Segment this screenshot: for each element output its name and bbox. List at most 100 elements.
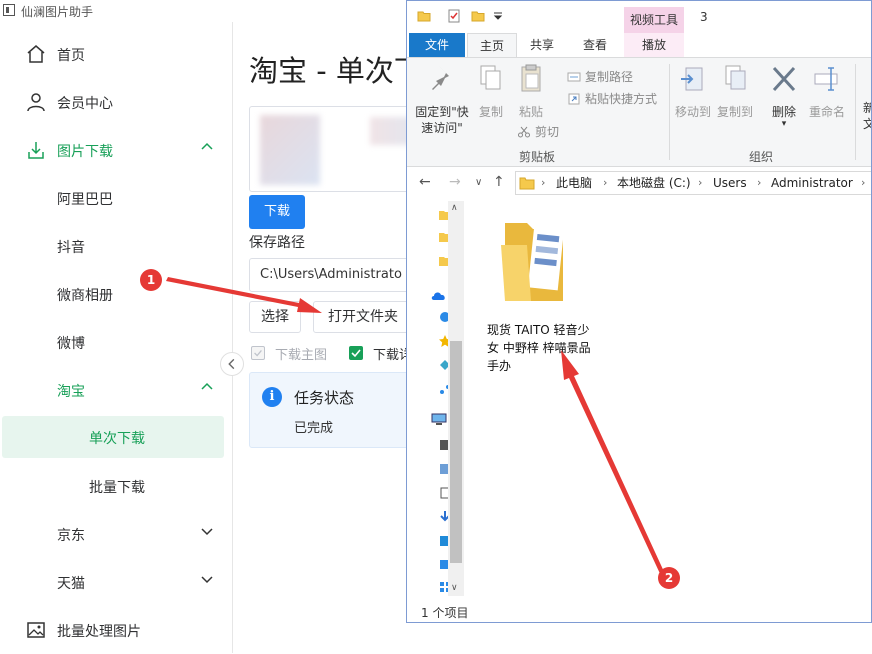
sidebar-item-home[interactable]: 首页 <box>0 30 233 78</box>
blurred-content <box>260 115 320 185</box>
sidebar-item-label: 批量下载 <box>89 480 145 496</box>
delete-x-icon <box>772 66 796 92</box>
sidebar-item-douyin[interactable]: 抖音 <box>0 222 233 270</box>
back-arrow-icon[interactable]: ← <box>419 174 431 190</box>
sidebar-item-label: 天猫 <box>57 576 85 592</box>
sidebar-item-batch-process[interactable]: 批量处理图片 <box>0 606 233 654</box>
breadcrumb-users[interactable]: Users <box>713 172 747 194</box>
annotation-badge-1: 1 <box>140 269 162 291</box>
recent-dropdown-icon[interactable]: ∨ <box>475 177 482 188</box>
select-button[interactable]: 选择 <box>249 301 301 333</box>
save-path-input[interactable]: C:\Users\Administrato <box>249 258 419 292</box>
copy-button[interactable]: 复制 <box>475 62 507 120</box>
this-pc-icon[interactable] <box>431 413 447 425</box>
video-tools-tab[interactable]: 视频工具 <box>624 7 684 33</box>
nav-pane-scrollbar[interactable]: ∧ ∨ <box>448 201 464 596</box>
main-panel: 淘宝 - 单次下 下载 保存路径 C:\Users\Administrato 选… <box>233 22 423 653</box>
copy-to-label: 复制到 <box>716 105 753 119</box>
sidebar-item-label: 抖音 <box>57 240 85 256</box>
new-folder-icon[interactable] <box>471 9 485 23</box>
download-icon <box>28 142 44 159</box>
checkbox-label: 下载主图 <box>275 348 328 363</box>
cut-button[interactable]: 剪切 <box>517 123 559 140</box>
move-to-button[interactable]: 移动到 <box>673 62 713 120</box>
sidebar-item-image-download[interactable]: 图片下载 <box>0 126 233 174</box>
paste-icon <box>521 64 541 92</box>
pin-icon <box>432 66 449 90</box>
sidebar-item-label: 微博 <box>57 336 85 352</box>
copy-path-icon <box>567 72 581 82</box>
folder-icon <box>519 177 535 190</box>
up-arrow-icon[interactable]: ↑ <box>493 174 505 190</box>
download-button[interactable]: 下载 <box>249 195 305 229</box>
tab-share[interactable]: 共享 <box>519 33 565 57</box>
open-folder-button[interactable]: 打开文件夹 <box>313 301 413 333</box>
address-bar[interactable]: › 此电脑 › 本地磁盘 (C:) › Users › Administrato… <box>515 171 871 195</box>
check-icon <box>351 349 361 358</box>
sidebar-item-batch-download[interactable]: 批量下载 <box>0 462 233 510</box>
check-icon <box>254 350 262 357</box>
sidebar-item-single-download[interactable]: 单次下载 <box>2 416 224 458</box>
address-row: ← → ∨ ↑ › 此电脑 › 本地磁盘 (C:) › Users › Admi… <box>407 168 871 198</box>
properties-icon[interactable] <box>447 9 461 23</box>
scroll-down-arrow-icon[interactable]: ∨ <box>451 583 458 593</box>
pin-quick-access-button[interactable]: 固定到"快速访问" <box>413 62 471 136</box>
sidebar-item-label: 单次下载 <box>89 431 145 447</box>
folder-label: 现货 TAITO 轻音少女 中野梓 梓喵景品手办 <box>487 323 591 373</box>
paste-label: 粘贴 <box>518 105 543 119</box>
breadcrumb-separator: › <box>698 176 703 189</box>
collapse-sidebar-button[interactable] <box>220 352 244 376</box>
tab-play[interactable]: 播放 <box>624 33 684 57</box>
breadcrumb-local-disk[interactable]: 本地磁盘 (C:) <box>617 172 691 194</box>
sidebar-item-jd[interactable]: 京东 <box>0 510 233 558</box>
status-title: 任务状态 <box>294 389 355 407</box>
folder-item[interactable]: 现货 TAITO 轻音少女 中野梓 梓喵景品手办 <box>487 215 591 373</box>
new-label-2: 文 <box>859 116 871 132</box>
sidebar-item-tmall[interactable]: 天猫 <box>0 558 233 606</box>
chevron-left-icon <box>228 358 235 370</box>
forward-arrow-icon[interactable]: → <box>449 174 461 190</box>
new-button[interactable]: 新 文 <box>859 100 871 132</box>
delete-button[interactable]: 删除 ▾ <box>767 62 801 129</box>
paste-shortcut-label: 粘贴快捷方式 <box>585 92 658 106</box>
url-textarea[interactable] <box>249 106 419 192</box>
tab-home[interactable]: 主页 <box>467 33 517 57</box>
group-separator <box>855 64 856 160</box>
organize-group-label: 组织 <box>749 150 774 164</box>
copy-path-label: 复制路径 <box>585 70 634 84</box>
tab-view[interactable]: 查看 <box>571 33 619 57</box>
ribbon-tabs: 文件 主页 共享 查看 播放 <box>407 33 871 57</box>
sidebar-item-taobao[interactable]: 淘宝 <box>0 366 233 414</box>
sidebar-item-member[interactable]: 会员中心 <box>0 78 233 126</box>
sidebar-item-label: 会员中心 <box>57 96 113 112</box>
explorer-titlebar: 视频工具 3 <box>407 1 871 33</box>
window-title: 3 <box>700 10 708 24</box>
paste-shortcut-button[interactable]: 粘贴快捷方式 <box>567 90 657 107</box>
sidebar: 首页 会员中心 图片下载 阿里巴巴 抖音 微商相册 微博 淘宝 单次下载 批量下… <box>0 22 233 653</box>
app-title: 仙澜图片助手 <box>21 5 94 19</box>
breadcrumb-this-pc[interactable]: 此电脑 <box>556 172 592 194</box>
breadcrumb-administrator[interactable]: Administrator <box>771 172 853 194</box>
status-bar: 1 个项目 <box>407 601 871 622</box>
dropdown-icon[interactable] <box>491 9 505 23</box>
new-label: 新 <box>859 100 871 116</box>
sidebar-item-alibaba[interactable]: 阿里巴巴 <box>0 174 233 222</box>
task-status-card: i 任务状态 已完成 <box>249 372 419 448</box>
chevron-down-icon <box>201 576 213 584</box>
folder-with-image-icon <box>501 223 565 301</box>
rename-button[interactable]: 重命名 <box>805 62 849 120</box>
copy-path-button[interactable]: 复制路径 <box>567 68 633 85</box>
sidebar-item-label: 图片下载 <box>57 144 113 160</box>
scrollbar-thumb[interactable] <box>450 341 462 563</box>
app-logo-icon <box>3 4 15 16</box>
status-value: 已完成 <box>294 421 334 436</box>
sidebar-item-wechat-album[interactable]: 微商相册 <box>0 270 233 318</box>
user-icon <box>27 93 45 112</box>
sidebar-item-weibo[interactable]: 微博 <box>0 318 233 366</box>
scroll-up-arrow-icon[interactable]: ∧ <box>451 203 458 213</box>
onedrive-cloud-icon[interactable] <box>431 289 447 301</box>
delete-dropdown-icon[interactable]: ▾ <box>767 120 801 129</box>
paste-button[interactable]: 粘贴 <box>515 62 547 120</box>
copy-to-button[interactable]: 复制到 <box>715 62 755 120</box>
tab-file[interactable]: 文件 <box>409 33 465 57</box>
